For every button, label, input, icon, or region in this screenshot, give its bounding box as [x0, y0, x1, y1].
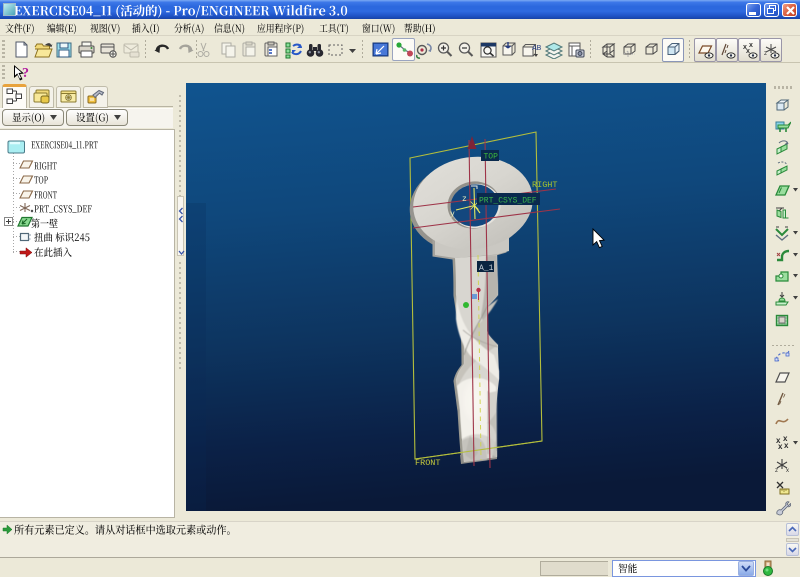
svg-text:A_1: A_1: [479, 264, 494, 273]
svg-text:?: ?: [22, 66, 29, 81]
svg-text:PRT_CSYS_DEF: PRT_CSYS_DEF: [479, 197, 537, 206]
svg-text:RIGHT: RIGHT: [532, 180, 558, 190]
svg-text:x: x: [778, 442, 783, 451]
svg-text:AB: AB: [532, 45, 542, 52]
svg-text:x: x: [786, 468, 789, 474]
svg-text:FRONT: FRONT: [415, 458, 441, 468]
svg-text:y: y: [450, 210, 455, 219]
svg-text:z: z: [775, 468, 778, 474]
svg-text:x: x: [784, 441, 789, 450]
svg-text:z: z: [764, 51, 767, 57]
svg-text:TOP: TOP: [484, 153, 499, 162]
svg-text:z: z: [462, 195, 467, 204]
